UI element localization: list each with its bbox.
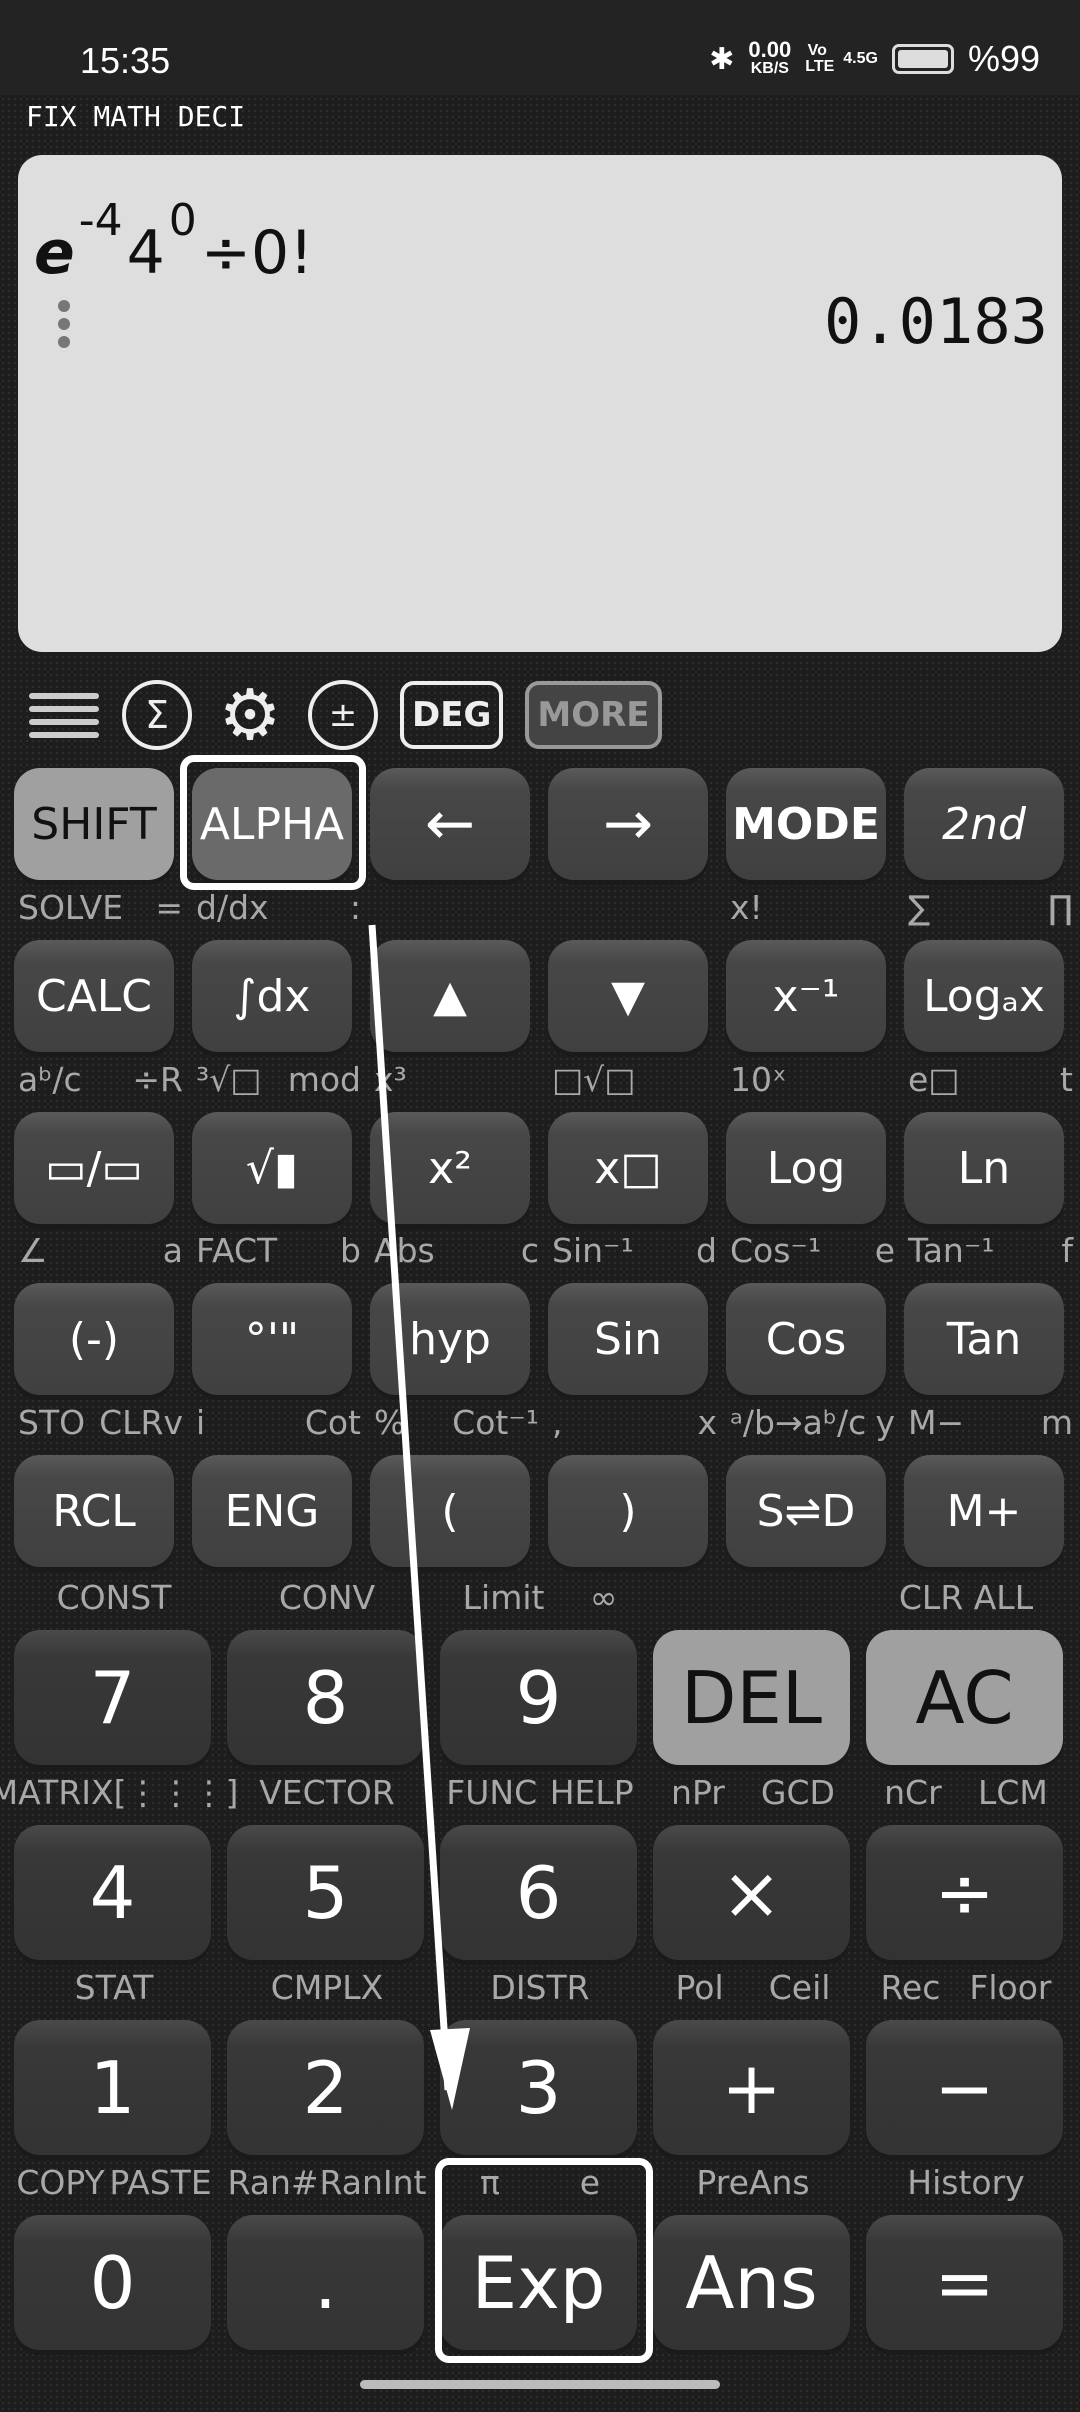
- annotation-arrow: [368, 924, 470, 2110]
- home-indicator[interactable]: [360, 2380, 720, 2389]
